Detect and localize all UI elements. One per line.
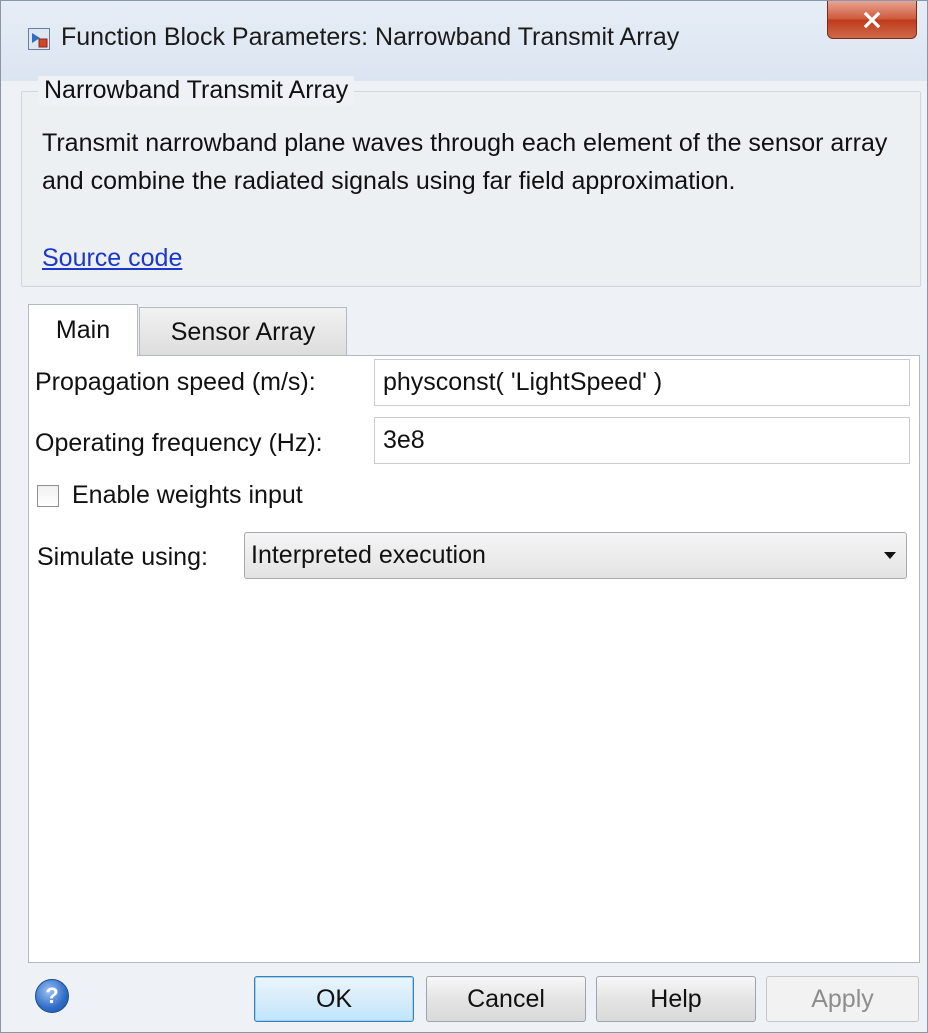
operating-frequency-input[interactable]: 3e8 bbox=[374, 417, 910, 464]
tab-sensor-array[interactable]: Sensor Array bbox=[139, 307, 347, 357]
simulink-block-icon bbox=[28, 28, 50, 50]
source-code-link[interactable]: Source code bbox=[42, 244, 182, 273]
enable-weights-label: Enable weights input bbox=[72, 481, 303, 509]
ok-button[interactable]: OK bbox=[254, 976, 414, 1022]
simulate-using-label: Simulate using: bbox=[37, 543, 208, 571]
simulate-using-value: Interpreted execution bbox=[251, 541, 486, 569]
description-text: Transmit narrowband plane waves through … bbox=[42, 129, 888, 195]
cancel-button[interactable]: Cancel bbox=[426, 976, 586, 1022]
operating-frequency-label: Operating frequency (Hz): bbox=[35, 429, 323, 457]
title-bar[interactable]: Function Block Parameters: Narrowband Tr… bbox=[1, 1, 927, 81]
propagation-speed-input[interactable]: physconst( 'LightSpeed' ) bbox=[374, 359, 910, 406]
dialog-window: Function Block Parameters: Narrowband Tr… bbox=[0, 0, 928, 1033]
description-group: Narrowband Transmit Array Transmit narro… bbox=[21, 76, 921, 287]
help-button[interactable]: Help bbox=[596, 976, 756, 1022]
apply-button: Apply bbox=[766, 976, 919, 1022]
window-title: Function Block Parameters: Narrowband Tr… bbox=[61, 23, 680, 51]
description-group-title: Narrowband Transmit Array bbox=[38, 76, 355, 105]
close-button[interactable] bbox=[827, 1, 917, 39]
close-icon bbox=[863, 11, 881, 28]
question-circle-icon[interactable]: ? bbox=[35, 979, 69, 1013]
dropdown-arrow-icon bbox=[884, 552, 896, 559]
simulate-using-select[interactable]: Interpreted execution bbox=[244, 532, 907, 579]
enable-weights-checkbox[interactable] bbox=[37, 485, 59, 507]
tab-main[interactable]: Main bbox=[28, 304, 138, 356]
propagation-speed-label: Propagation speed (m/s): bbox=[35, 368, 316, 396]
